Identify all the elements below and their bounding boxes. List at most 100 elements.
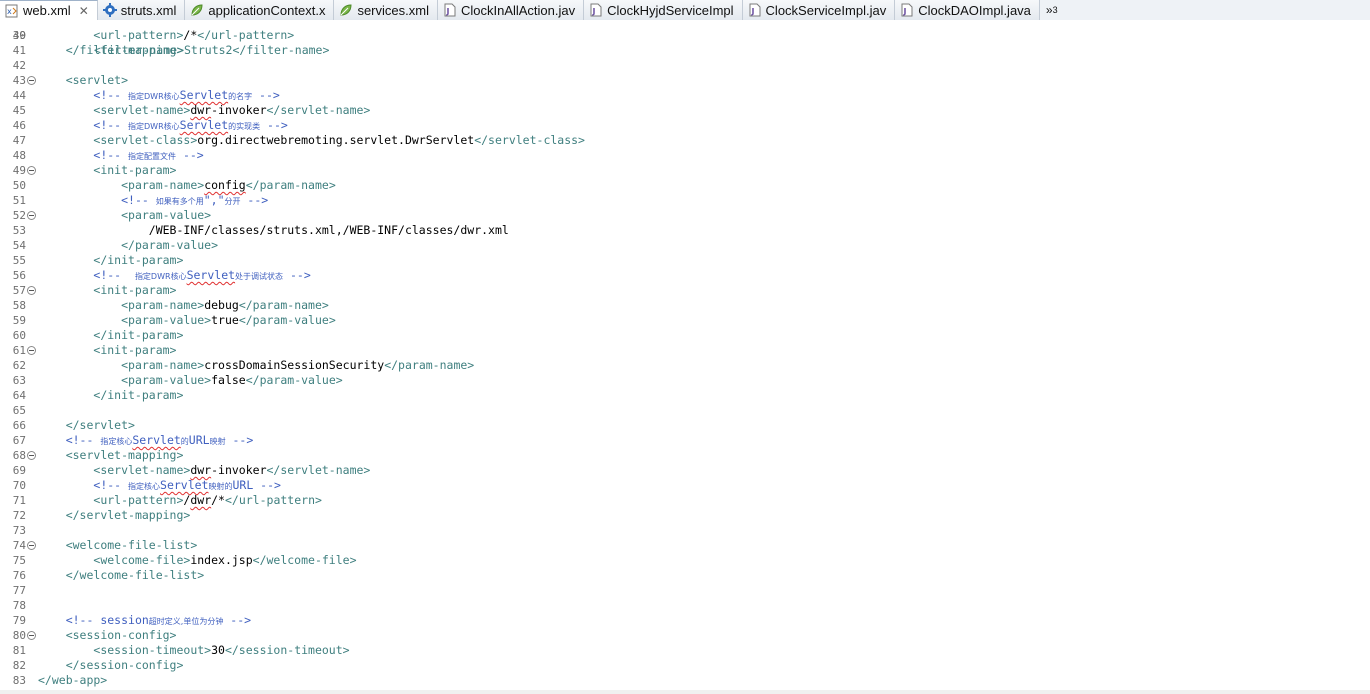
code-text: <init-param> (93, 283, 177, 297)
gear-icon (102, 3, 117, 17)
code-text: <url-pattern>/dwr/*</url-pattern> (93, 493, 322, 507)
java-file-icon: J (900, 3, 914, 17)
svg-text:x: x (7, 7, 12, 16)
tab-applicationcontext-x[interactable]: applicationContext.x (185, 0, 335, 20)
line-number: 62 (12, 359, 26, 372)
code-text: <!-- 指定DWR核心Servlet的实现类 --> (93, 118, 288, 132)
code-line: 43 <servlet> (0, 73, 1370, 88)
code-line: 79 <!-- session超时定义,单位为分钟 --> (0, 613, 1370, 628)
code-text: <!-- 指定DWR核心Servlet的名字 --> (93, 88, 280, 102)
line-number: 78 (12, 599, 26, 612)
tab-label: web.xml (23, 3, 71, 18)
code-line: 48 <!-- 指定配置文件 --> (0, 148, 1370, 163)
code-line: 66 </servlet> (0, 418, 1370, 433)
tab-label: applicationContext.x (208, 2, 326, 18)
line-number: 44 (12, 89, 26, 102)
line-number: 45 (12, 104, 26, 117)
fold-toggle-icon[interactable] (27, 346, 36, 355)
line-number: 69 (12, 464, 26, 477)
tab-overflow-button[interactable]: » 3 (1040, 0, 1058, 20)
code-text: </welcome-file-list> (65, 568, 205, 582)
close-icon[interactable]: ✕ (79, 4, 89, 18)
code-text: <welcome-file>index.jsp</welcome-file> (93, 553, 357, 567)
fold-toggle-icon[interactable] (27, 631, 36, 640)
code-text: <param-value>true</param-value> (121, 313, 336, 327)
tab-clockserviceimpl-jav[interactable]: J ClockServiceImpl.jav (742, 0, 896, 20)
tab-label: services.xml (357, 2, 429, 18)
tab-clockdaoimpl-java[interactable]: J ClockDAOImpl.java (895, 0, 1040, 20)
code-line: 46 <!-- 指定DWR核心Servlet的实现类 --> (0, 118, 1370, 133)
line-number: 43 (12, 74, 26, 87)
code-text: <session-config> (65, 628, 177, 642)
line-number: 79 (12, 614, 26, 627)
fold-toggle-icon[interactable] (27, 541, 36, 550)
code-line: 76 </welcome-file-list> (0, 568, 1370, 583)
tab-clockhyjdserviceimpl[interactable]: J ClockHyjdServiceImpl (584, 0, 743, 20)
code-line: 51 <!-- 如果有多个用","分开 --> (0, 193, 1370, 208)
code-line: 70 <!-- 指定核心Servlet映射的URL --> (0, 478, 1370, 493)
line-number: 64 (12, 389, 26, 402)
code-line: 61 <init-param> (0, 343, 1370, 358)
tab-struts-xml[interactable]: struts.xml (97, 0, 186, 20)
fold-toggle-icon[interactable] (27, 76, 36, 85)
code-text: </session-config> (65, 658, 184, 672)
line-number: 41 (12, 44, 26, 57)
line-number: 71 (12, 494, 26, 507)
line-number: 74 (12, 539, 26, 552)
code-text: </web-app> (38, 673, 108, 687)
code-line: 40 <url-pattern>/*</url-pattern> (0, 28, 1370, 43)
tab-clockinallaction-jav[interactable]: J ClockInAllAction.jav (437, 0, 585, 20)
line-number: 66 (12, 419, 26, 432)
code-line: 54 </param-value> (0, 238, 1370, 253)
line-number: 49 (12, 164, 26, 177)
tab-label: struts.xml (120, 2, 177, 18)
line-number: 77 (12, 584, 26, 597)
line-number: 60 (12, 329, 26, 342)
xml-file-icon: x (5, 4, 19, 18)
code-line: 45 <servlet-name>dwr-invoker</servlet-na… (0, 103, 1370, 118)
code-editor[interactable]: 39 <filter-name>Struts2</filter-name> 40… (0, 20, 1370, 694)
java-file-icon: J (443, 3, 457, 17)
code-line: 63 <param-value>false</param-value> (0, 373, 1370, 388)
code-line: 81 <session-timeout>30</session-timeout> (0, 643, 1370, 658)
code-text: </servlet-mapping> (65, 508, 191, 522)
code-line: 68 <servlet-mapping> (0, 448, 1370, 463)
tab-label: ClockHyjdServiceImpl (607, 2, 734, 18)
line-number: 56 (12, 269, 26, 282)
code-text: <param-value>false</param-value> (121, 373, 343, 387)
svg-text:J: J (592, 7, 596, 16)
code-line: 49 <init-param> (0, 163, 1370, 178)
java-file-icon: J (748, 3, 762, 17)
code-text: </init-param> (93, 253, 184, 267)
fold-toggle-icon[interactable] (27, 211, 36, 220)
line-number: 53 (12, 224, 26, 237)
code-text: <!-- 如果有多个用","分开 --> (121, 193, 269, 207)
line-number: 52 (12, 209, 26, 222)
code-text: <init-param> (93, 163, 177, 177)
code-text: <!-- 指定DWR核心Servlet处于调试状态 --> (93, 268, 311, 282)
code-line: 72 </servlet-mapping> (0, 508, 1370, 523)
tab-label: ClockInAllAction.jav (460, 2, 576, 18)
tab-web-xml[interactable]: x web.xml ✕ (0, 0, 98, 20)
code-text: <param-name>config</param-name> (121, 178, 336, 192)
code-line: 75 <welcome-file>index.jsp</welcome-file… (0, 553, 1370, 568)
code-text: </servlet> (65, 418, 135, 432)
line-number: 67 (12, 434, 26, 447)
code-text: <servlet-name>dwr-invoker</servlet-name> (93, 103, 371, 117)
code-text: <!-- 指定核心Servlet的URL映射 --> (65, 433, 254, 447)
fold-toggle-icon[interactable] (27, 286, 36, 295)
line-number: 61 (12, 344, 26, 357)
line-number: 48 (12, 149, 26, 162)
line-number: 73 (12, 524, 26, 537)
spring-leaf-icon (190, 3, 204, 17)
tab-services-xml[interactable]: services.xml (334, 0, 438, 20)
fold-toggle-icon[interactable] (27, 166, 36, 175)
code-text: <servlet> (65, 73, 129, 87)
code-line: 78 (0, 598, 1370, 613)
code-line: 74 <welcome-file-list> (0, 538, 1370, 553)
code-line: 80 <session-config> (0, 628, 1370, 643)
line-number: 42 (12, 59, 26, 72)
code-line: 67 <!-- 指定核心Servlet的URL映射 --> (0, 433, 1370, 448)
line-number: 72 (12, 509, 26, 522)
fold-toggle-icon[interactable] (27, 451, 36, 460)
